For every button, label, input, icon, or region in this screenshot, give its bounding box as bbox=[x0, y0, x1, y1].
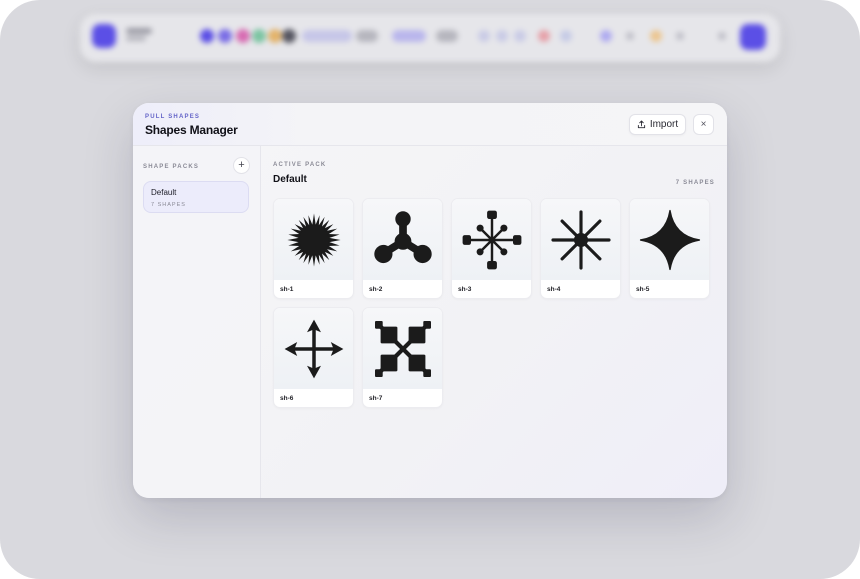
shape-label: sh-4 bbox=[547, 286, 561, 293]
close-icon: × bbox=[700, 119, 707, 130]
modal-header: PULL SHAPES Shapes Manager Import × bbox=[133, 103, 727, 146]
pack-count: 7 SHAPES bbox=[151, 202, 186, 208]
plus-icon: + bbox=[238, 159, 245, 171]
close-button[interactable]: × bbox=[693, 114, 714, 135]
tri-node-icon bbox=[373, 210, 432, 263]
pack-item-default[interactable]: Default 7 SHAPES bbox=[143, 181, 249, 213]
logo-icon bbox=[92, 24, 116, 48]
sidebar-heading: SHAPE PACKS bbox=[143, 164, 200, 170]
background-toolbar bbox=[80, 14, 780, 62]
four-arrows-icon bbox=[284, 319, 343, 378]
upload-icon bbox=[637, 120, 645, 129]
shape-card[interactable]: sh-3 bbox=[451, 198, 532, 299]
shape-card[interactable]: sh-2 bbox=[362, 198, 443, 299]
shape-label: sh-6 bbox=[280, 395, 294, 402]
modal-title: Shapes Manager bbox=[145, 123, 238, 137]
shape-label: sh-1 bbox=[280, 286, 294, 293]
modal-eyebrow: PULL SHAPES bbox=[145, 114, 201, 120]
app-frame: PULL SHAPES Shapes Manager Import × SHAP… bbox=[0, 0, 860, 579]
shape-card[interactable]: sh-7 bbox=[362, 307, 443, 408]
shape-count: 7 SHAPES bbox=[675, 180, 715, 186]
active-pack-panel: ACTIVE PACK Default 7 SHAPES sh-1 sh-2 s… bbox=[261, 146, 727, 498]
shape-card[interactable]: sh-4 bbox=[540, 198, 621, 299]
shapes-grid: sh-1 sh-2 sh-3 sh-4 sh-5 sh-6 sh-7 bbox=[273, 198, 715, 408]
quad-block-x-icon bbox=[374, 320, 431, 377]
shape-packs-sidebar: SHAPE PACKS + Default 7 SHAPES bbox=[133, 146, 261, 498]
star-burst-icon bbox=[550, 209, 611, 270]
shape-card[interactable]: sh-1 bbox=[273, 198, 354, 299]
shape-label: sh-2 bbox=[369, 286, 383, 293]
shape-label: sh-3 bbox=[458, 286, 472, 293]
four-point-star-icon bbox=[639, 209, 700, 270]
shape-label: sh-5 bbox=[636, 286, 650, 293]
add-pack-button[interactable]: + bbox=[233, 157, 250, 174]
active-pack-eyebrow: ACTIVE PACK bbox=[273, 162, 327, 168]
active-pack-title: Default bbox=[273, 174, 307, 185]
shape-card[interactable]: sh-6 bbox=[273, 307, 354, 408]
shape-label: sh-7 bbox=[369, 395, 383, 402]
network-asterisk-icon bbox=[462, 210, 521, 269]
sunburst-icon bbox=[286, 212, 341, 267]
pack-name: Default bbox=[151, 188, 177, 197]
shapes-manager-modal: PULL SHAPES Shapes Manager Import × SHAP… bbox=[133, 103, 727, 498]
import-button[interactable]: Import bbox=[629, 114, 686, 135]
import-button-label: Import bbox=[649, 119, 679, 130]
shape-card[interactable]: sh-5 bbox=[629, 198, 710, 299]
